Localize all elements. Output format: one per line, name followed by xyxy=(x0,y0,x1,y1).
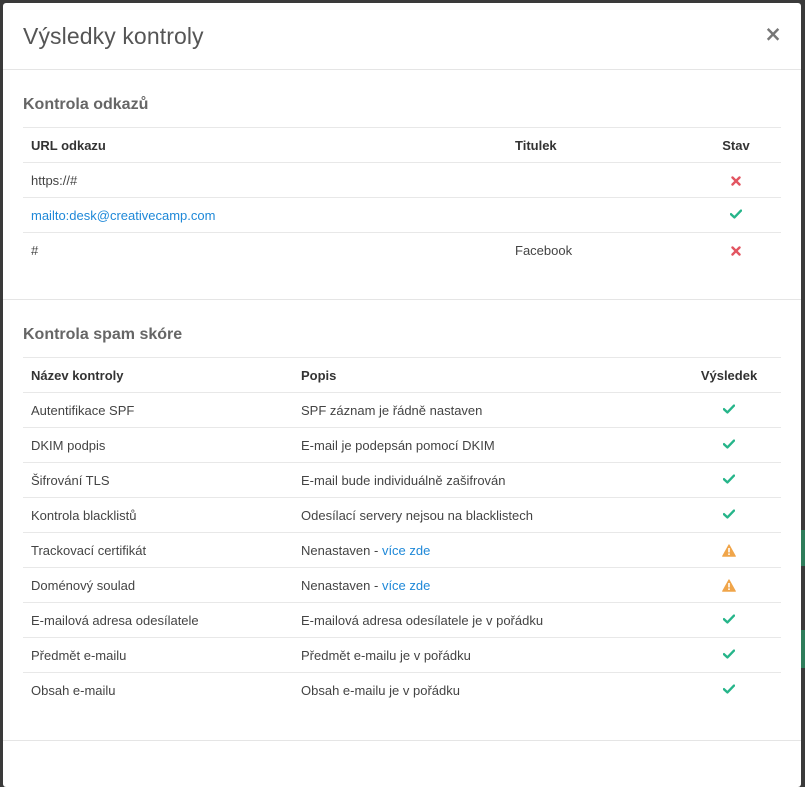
status-cell xyxy=(691,232,781,267)
check-name-cell: Doménový soulad xyxy=(23,567,293,603)
check-name-cell: E-mailová adresa odesílatele xyxy=(23,602,293,638)
check-icon xyxy=(721,509,737,523)
table-row: Autentifikace SPF SPF záznam je řádně nas… xyxy=(23,392,781,428)
status-cell xyxy=(677,567,781,603)
table-row: E-mailová adresa odesílatele E-mailová ad… xyxy=(23,602,781,638)
check-description-cell: E-mailová adresa odesílatele je v pořádk… xyxy=(293,602,677,638)
check-description-cell: Odesílací servery nejsou na blacklistech xyxy=(293,497,677,533)
table-row: Obsah e-mailu Obsah e-mailu je v pořádku xyxy=(23,672,781,707)
check-description: E-mailová adresa odesílatele je v pořádk… xyxy=(301,612,544,628)
status-cell xyxy=(677,532,781,568)
table-row: Kontrola blacklistů Odesílací servery nej… xyxy=(23,497,781,533)
status-cell xyxy=(677,427,781,463)
check-icon xyxy=(721,684,737,698)
more-info-link[interactable]: více zde xyxy=(382,543,430,558)
header-description: Popis xyxy=(293,357,677,393)
modal-header: Výsledky kontroly × xyxy=(3,3,801,70)
link-title-cell xyxy=(507,162,691,198)
cross-icon xyxy=(728,174,744,188)
check-icon xyxy=(728,209,744,223)
check-icon xyxy=(721,439,737,453)
check-description-cell: Nenastaven - více zde xyxy=(293,567,677,603)
check-description: E-mail je podepsán pomocí DKIM xyxy=(301,437,495,453)
warning-icon xyxy=(721,579,737,593)
link-url-text: # xyxy=(31,242,39,258)
check-icon xyxy=(721,649,737,663)
status-cell xyxy=(677,497,781,533)
link-url[interactable]: mailto:desk@creativecamp.com xyxy=(31,208,215,223)
check-description: Předmět e-mailu je v pořádku xyxy=(301,647,471,663)
table-row: DKIM podpis E-mail je podepsán pomocí DKI… xyxy=(23,427,781,463)
check-icon xyxy=(721,474,737,488)
link-url-cell: mailto:desk@creativecamp.com xyxy=(23,197,507,233)
check-description: Obsah e-mailu je v pořádku xyxy=(301,682,460,698)
links-table: URL odkazu Titulek Stav https://# mailto:… xyxy=(23,127,781,267)
status-cell xyxy=(691,197,781,233)
table-row: # Facebook xyxy=(23,232,781,267)
check-description: Odesílací servery nejsou na blacklistech xyxy=(301,507,533,523)
backdrop-green-strip xyxy=(801,530,805,566)
check-description: SPF záznam je řádně nastaven xyxy=(301,402,483,418)
results-modal: Výsledky kontroly × Kontrola odkazů URL … xyxy=(3,3,801,787)
cross-icon xyxy=(728,244,744,258)
header-url: URL odkazu xyxy=(23,127,507,163)
check-icon xyxy=(721,614,737,628)
check-name-cell: Autentifikace SPF xyxy=(23,392,293,428)
check-description-cell: Nenastaven - více zde xyxy=(293,532,677,568)
table-row: Doménový soulad Nenastaven - více zde xyxy=(23,567,781,603)
check-description-cell: Obsah e-mailu je v pořádku xyxy=(293,672,677,707)
check-icon xyxy=(721,404,737,418)
header-check-name: Název kontroly xyxy=(23,357,293,393)
header-result: Výsledek xyxy=(677,357,781,393)
check-name-cell: Šifrování TLS xyxy=(23,462,293,498)
header-status: Stav xyxy=(691,127,781,163)
spam-table: Název kontroly Popis Výsledek Autentifik… xyxy=(23,357,781,707)
check-description: Nenastaven - xyxy=(301,577,382,593)
warning-icon xyxy=(721,544,737,558)
check-description: E-mail bude individuálně zašifrován xyxy=(301,472,506,488)
table-row: Předmět e-mailu Předmět e-mailu je v pořá… xyxy=(23,637,781,673)
table-row: Trackovací certifikát Nenastaven - více z… xyxy=(23,532,781,568)
status-cell xyxy=(691,162,781,198)
status-cell xyxy=(677,462,781,498)
link-url-cell: https://# xyxy=(23,162,507,198)
status-cell xyxy=(677,602,781,638)
close-button[interactable]: × xyxy=(763,23,783,45)
status-cell xyxy=(677,392,781,428)
check-description-cell: E-mail je podepsán pomocí DKIM xyxy=(293,427,677,463)
check-name-cell: Obsah e-mailu xyxy=(23,672,293,707)
link-title-cell: Facebook xyxy=(507,232,691,267)
header-title: Titulek xyxy=(507,127,691,163)
more-info-link[interactable]: více zde xyxy=(382,578,430,593)
table-row: Šifrování TLS E-mail bude individuálně za… xyxy=(23,462,781,498)
status-cell xyxy=(677,672,781,707)
link-url-text: https://# xyxy=(31,172,78,188)
check-name-cell: Trackovací certifikát xyxy=(23,532,293,568)
table-row: https://# xyxy=(23,162,781,198)
backdrop-green-strip xyxy=(801,630,805,668)
links-section-title: Kontrola odkazů xyxy=(23,96,149,113)
spam-section-title: Kontrola spam skóre xyxy=(23,326,183,343)
check-name-cell: DKIM podpis xyxy=(23,427,293,463)
status-cell xyxy=(677,637,781,673)
links-check-section: Kontrola odkazů URL odkazu Titulek Stav … xyxy=(3,70,801,300)
links-table-header: URL odkazu Titulek Stav xyxy=(23,127,781,163)
spam-check-section: Kontrola spam skóre Název kontroly Popis… xyxy=(3,300,801,741)
check-description: Nenastaven - xyxy=(301,542,382,558)
check-name-cell: Kontrola blacklistů xyxy=(23,497,293,533)
modal-title: Výsledky kontroly xyxy=(23,23,204,49)
link-title-cell xyxy=(507,197,691,233)
table-row: mailto:desk@creativecamp.com xyxy=(23,197,781,233)
spam-table-header: Název kontroly Popis Výsledek xyxy=(23,357,781,393)
check-name-cell: Předmět e-mailu xyxy=(23,637,293,673)
link-url-cell: # xyxy=(23,232,507,267)
check-description-cell: E-mail bude individuálně zašifrován xyxy=(293,462,677,498)
check-description-cell: Předmět e-mailu je v pořádku xyxy=(293,637,677,673)
check-description-cell: SPF záznam je řádně nastaven xyxy=(293,392,677,428)
